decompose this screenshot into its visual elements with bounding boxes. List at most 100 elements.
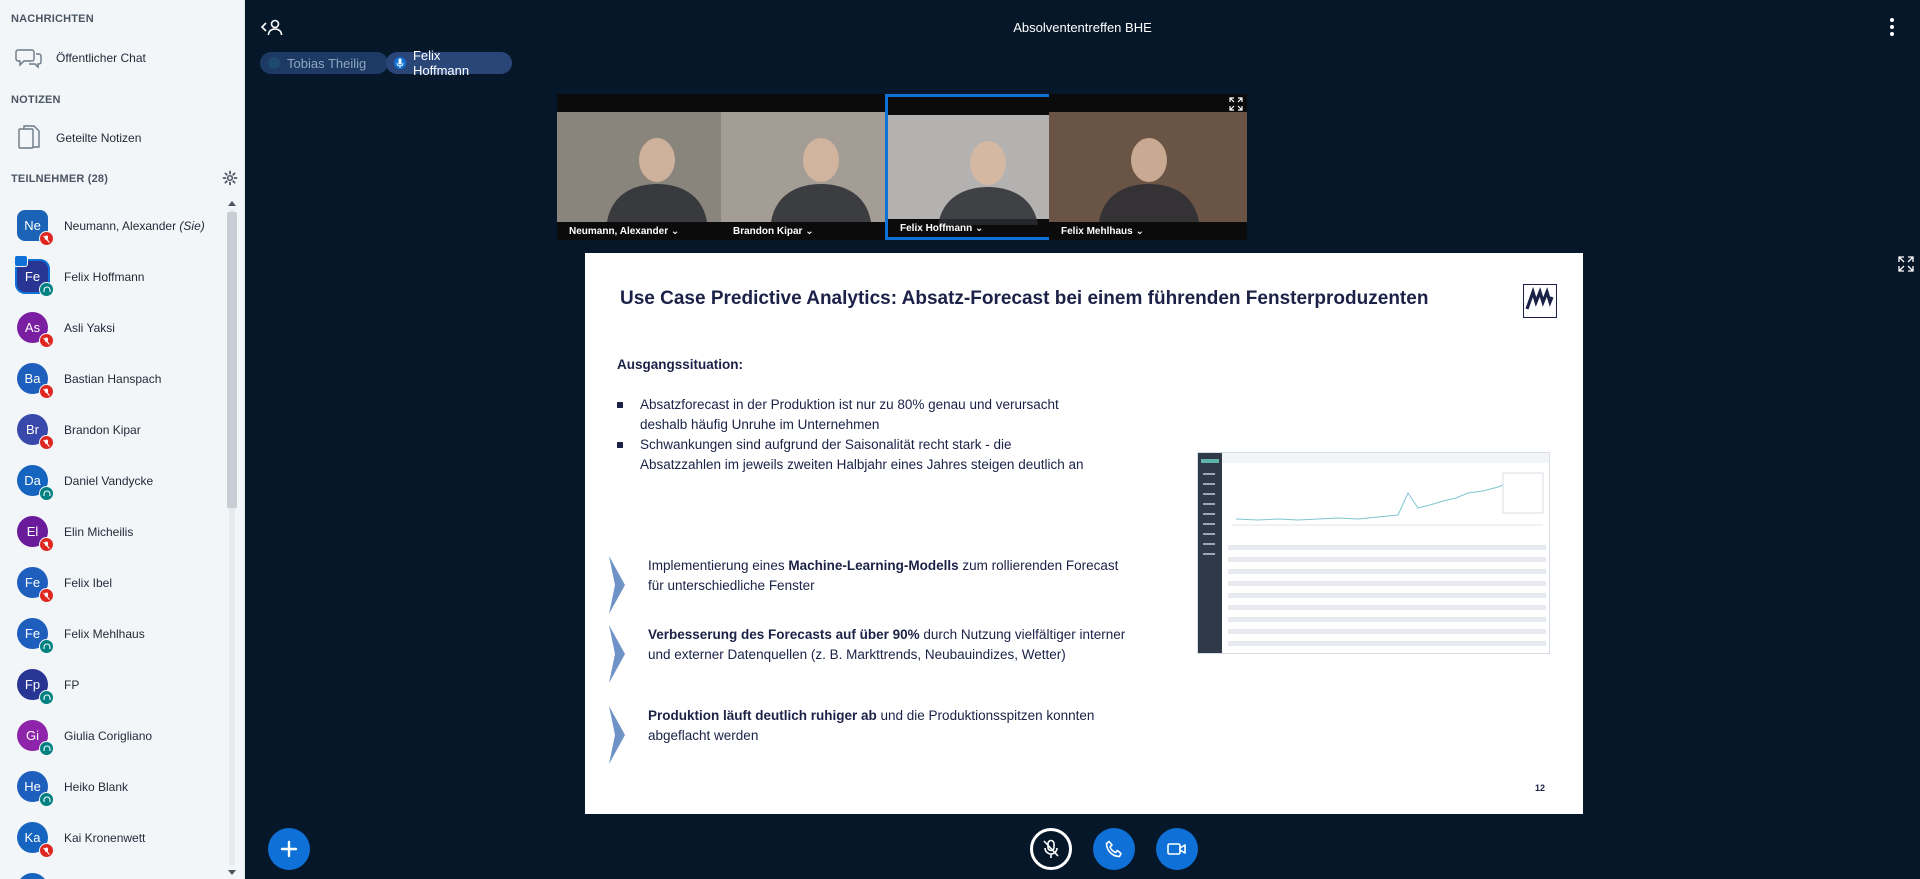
participant-item[interactable]: He Heiko Blank — [0, 761, 224, 812]
participant-item[interactable]: Gi Giulia Corigliano — [0, 710, 224, 761]
participant-item[interactable]: Fp FP — [0, 659, 224, 710]
avatar-initials: Da — [24, 473, 41, 488]
chevron-down-icon: ⌄ — [668, 226, 680, 237]
participant-name: Felix Mehlhaus — [64, 626, 145, 641]
microphone-muted-icon — [39, 537, 54, 552]
participant-name: Brandon Kipar — [64, 422, 141, 437]
notes-section-title: NOTIZEN — [11, 94, 61, 106]
participant-item[interactable]: Ba Bastian Hanspach — [0, 353, 224, 404]
participant-name: Bastian Hanspach — [64, 371, 162, 386]
webcam-video[interactable]: Felix Mehlhaus ⌄ — [1049, 94, 1247, 240]
headphones-icon — [39, 792, 54, 807]
microphone-muted-icon — [39, 435, 54, 450]
participant-name: Neumann, Alexander (Sie) — [64, 218, 205, 233]
avatar-initials: Fp — [24, 677, 41, 692]
fullscreen-icon[interactable] — [1898, 256, 1914, 272]
page-number: 12 — [1535, 783, 1546, 793]
video-user-name[interactable]: Brandon Kipar ⌄ — [733, 226, 814, 237]
bullet-point: Schwankungen sind aufgrund der Saisonali… — [617, 435, 1087, 475]
avatar: Da — [17, 465, 54, 501]
chat-icon — [14, 43, 44, 73]
talker-indicator-active[interactable]: Felix Hoffmann — [386, 48, 512, 78]
participant-item[interactable]: Br Brandon Kipar — [0, 404, 224, 455]
headphones-icon — [39, 486, 54, 501]
mute-button[interactable] — [1030, 828, 1072, 870]
phone-icon — [1105, 840, 1122, 858]
avatar-initials: Ne — [24, 218, 41, 233]
avatar-initials: Fe — [24, 626, 41, 641]
video-user-name[interactable]: Neumann, Alexander ⌄ — [569, 226, 679, 237]
scroll-down-icon — [228, 870, 236, 875]
headphones-icon — [39, 690, 54, 705]
avatar-initials: Ka — [24, 830, 41, 845]
presentation-slide: Use Case Predictive Analytics: Absatz-Fo… — [585, 253, 1583, 814]
company-logo — [1523, 284, 1557, 318]
microphone-muted-icon — [1043, 839, 1059, 858]
fullscreen-icon[interactable] — [1229, 97, 1243, 111]
participant-name: Kai Kronenwett — [64, 830, 146, 845]
scroll-up-icon — [228, 201, 236, 206]
presenter-icon — [14, 255, 28, 267]
shared-notes-label: Geteilte Notizen — [56, 131, 142, 145]
chevron-right-icon — [609, 706, 625, 764]
headphones-icon — [39, 741, 54, 756]
participant-item[interactable]: El Elin Micheilis — [0, 506, 224, 557]
talker-name: Felix Hoffmann — [412, 48, 470, 78]
microphone-muted-icon — [39, 384, 54, 399]
scrollbar-thumb[interactable] — [227, 212, 237, 508]
microphone-muted-icon — [39, 843, 54, 858]
microphone-muted-icon — [39, 231, 54, 246]
video-user-name[interactable]: Felix Mehlhaus ⌄ — [1061, 226, 1144, 237]
leave-audio-button[interactable] — [1093, 828, 1135, 870]
participant-item[interactable]: KaKatharina Wille — [0, 863, 224, 879]
microphone-muted-icon — [39, 333, 54, 348]
plus-icon — [280, 840, 298, 858]
avatar: Ka — [17, 873, 48, 879]
gear-icon[interactable] — [222, 170, 238, 186]
talker-name: Tobias Theilig — [287, 55, 367, 71]
participant-item[interactable]: Ka Kai Kronenwett — [0, 812, 224, 863]
headphones-icon — [39, 282, 54, 297]
video-stream — [1049, 112, 1247, 222]
participant-item[interactable]: Fe Felix Mehlhaus — [0, 608, 224, 659]
participant-item[interactable]: As Asli Yaksi — [0, 302, 224, 353]
participant-name: Giulia Corigliano — [64, 728, 153, 743]
participant-name: Felix Hoffmann — [64, 269, 145, 284]
avatar-initials: Ba — [24, 371, 41, 386]
dashboard-screenshot-image — [1197, 452, 1550, 654]
avatar-initials: Fe — [24, 269, 41, 284]
avatar-initials: Br — [26, 422, 39, 437]
avatar-initials: Fe — [24, 575, 41, 590]
participant-item[interactable]: Da Daniel Vandycke — [0, 455, 224, 506]
avatar: As — [17, 312, 54, 348]
participant-list-scrollbar[interactable] — [226, 198, 238, 879]
bullet-text: Schwankungen sind aufgrund der Saisonali… — [640, 437, 1084, 472]
main-area: Absolvententreffen BHE Tobias Theilig Fe… — [245, 0, 1920, 879]
chevron-down-icon: ⌄ — [802, 226, 814, 237]
talker-indicator[interactable]: Tobias Theilig — [260, 52, 388, 74]
microphone-icon — [268, 57, 280, 69]
slide-title: Use Case Predictive Analytics: Absatz-Fo… — [620, 288, 1429, 309]
participant-item[interactable]: Fe Felix Hoffmann — [0, 251, 224, 302]
actions-button[interactable] — [268, 828, 310, 870]
avatar-initials: As — [24, 320, 41, 335]
public-chat-link[interactable]: Öffentlicher Chat — [0, 38, 235, 78]
avatar-initials: Gi — [26, 728, 39, 743]
avatar: He — [17, 771, 54, 807]
participant-item[interactable]: Ne Neumann, Alexander (Sie) — [0, 200, 224, 251]
shared-notes-link[interactable]: Geteilte Notizen — [0, 118, 235, 158]
avatar: Fe — [17, 567, 54, 603]
video-user-name[interactable]: Felix Hoffmann ⌄ — [900, 223, 983, 234]
participant-item[interactable]: Fe Felix Ibel — [0, 557, 224, 608]
share-webcam-button[interactable] — [1156, 828, 1198, 870]
chevron-down-icon: ⌄ — [1132, 226, 1144, 237]
chevron-right-icon — [609, 625, 625, 683]
headphones-icon — [39, 639, 54, 654]
bullet-text: Absatzforecast in der Produktion ist nur… — [640, 397, 1059, 432]
options-menu-icon[interactable] — [1886, 16, 1898, 38]
chevron-down-icon: ⌄ — [972, 223, 984, 234]
public-chat-label: Öffentlicher Chat — [56, 51, 146, 65]
avatar: Gi — [17, 720, 54, 756]
chevron-right-icon — [609, 556, 625, 614]
section-heading: Ausgangssituation: — [617, 357, 744, 372]
